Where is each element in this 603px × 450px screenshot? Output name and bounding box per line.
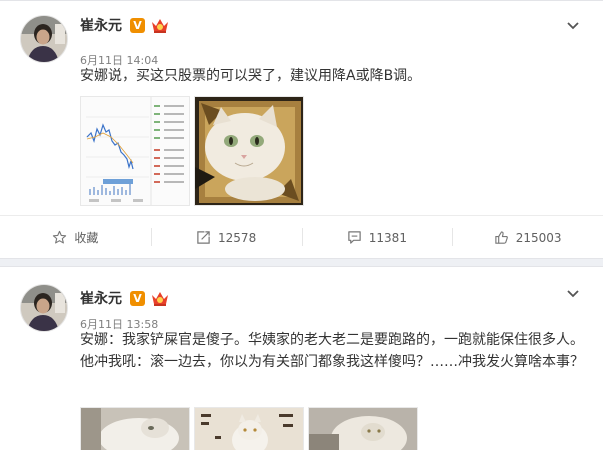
author-name[interactable]: 崔永元 — [80, 288, 122, 308]
stock-chart-image[interactable] — [80, 96, 190, 206]
member-icon[interactable] — [150, 290, 170, 307]
repost-count: 12578 — [218, 230, 257, 245]
favorite-button[interactable]: 收藏 — [0, 216, 151, 259]
star-icon — [53, 230, 67, 244]
post-text: 安娜：我家铲屎官是傻子。华姨家的老大老二是要跑路的，一跑就能保住很多人。他冲我吼… — [80, 332, 584, 370]
action-bar: 收藏 12578 11381 215003 — [0, 215, 603, 259]
chevron-down-icon[interactable] — [565, 285, 581, 301]
favorite-label: 收藏 — [74, 231, 99, 245]
member-icon[interactable] — [150, 17, 170, 34]
like-button[interactable]: 215003 — [452, 216, 603, 259]
comment-count: 11381 — [368, 230, 407, 245]
author-name[interactable]: 崔永元 — [80, 15, 122, 35]
comment-icon — [348, 231, 361, 244]
avatar[interactable] — [20, 284, 68, 332]
chevron-down-icon[interactable] — [565, 17, 581, 33]
repost-icon — [197, 231, 210, 244]
weibo-post-1: 崔永元 V 6月11日 14:04 安娜说，买这只股票的可以哭了，建议用降A或降… — [0, 0, 603, 259]
post-text: 安娜说，买这只股票的可以哭了，建议用降A或降B调。 — [80, 68, 422, 84]
comment-button[interactable]: 11381 — [301, 216, 453, 259]
repost-button[interactable]: 12578 — [150, 216, 302, 259]
weibo-post-2: 崔永元 V 6月11日 13:58 安娜：我家铲屎官是傻子。华姨家的老大老二是要… — [0, 266, 603, 450]
verified-badge[interactable]: V — [130, 17, 145, 33]
like-count: 215003 — [515, 230, 562, 245]
thumbs-up-icon — [495, 231, 508, 244]
author-row: 崔永元 V — [80, 288, 170, 308]
author-row: 崔永元 V — [80, 15, 170, 35]
cat-photo-image[interactable] — [80, 407, 190, 450]
avatar[interactable] — [20, 15, 68, 63]
cat-painting-image[interactable] — [194, 96, 304, 206]
cat-photo-image[interactable] — [308, 407, 418, 450]
verified-badge[interactable]: V — [130, 290, 145, 306]
cat-photo-image[interactable] — [194, 407, 304, 450]
